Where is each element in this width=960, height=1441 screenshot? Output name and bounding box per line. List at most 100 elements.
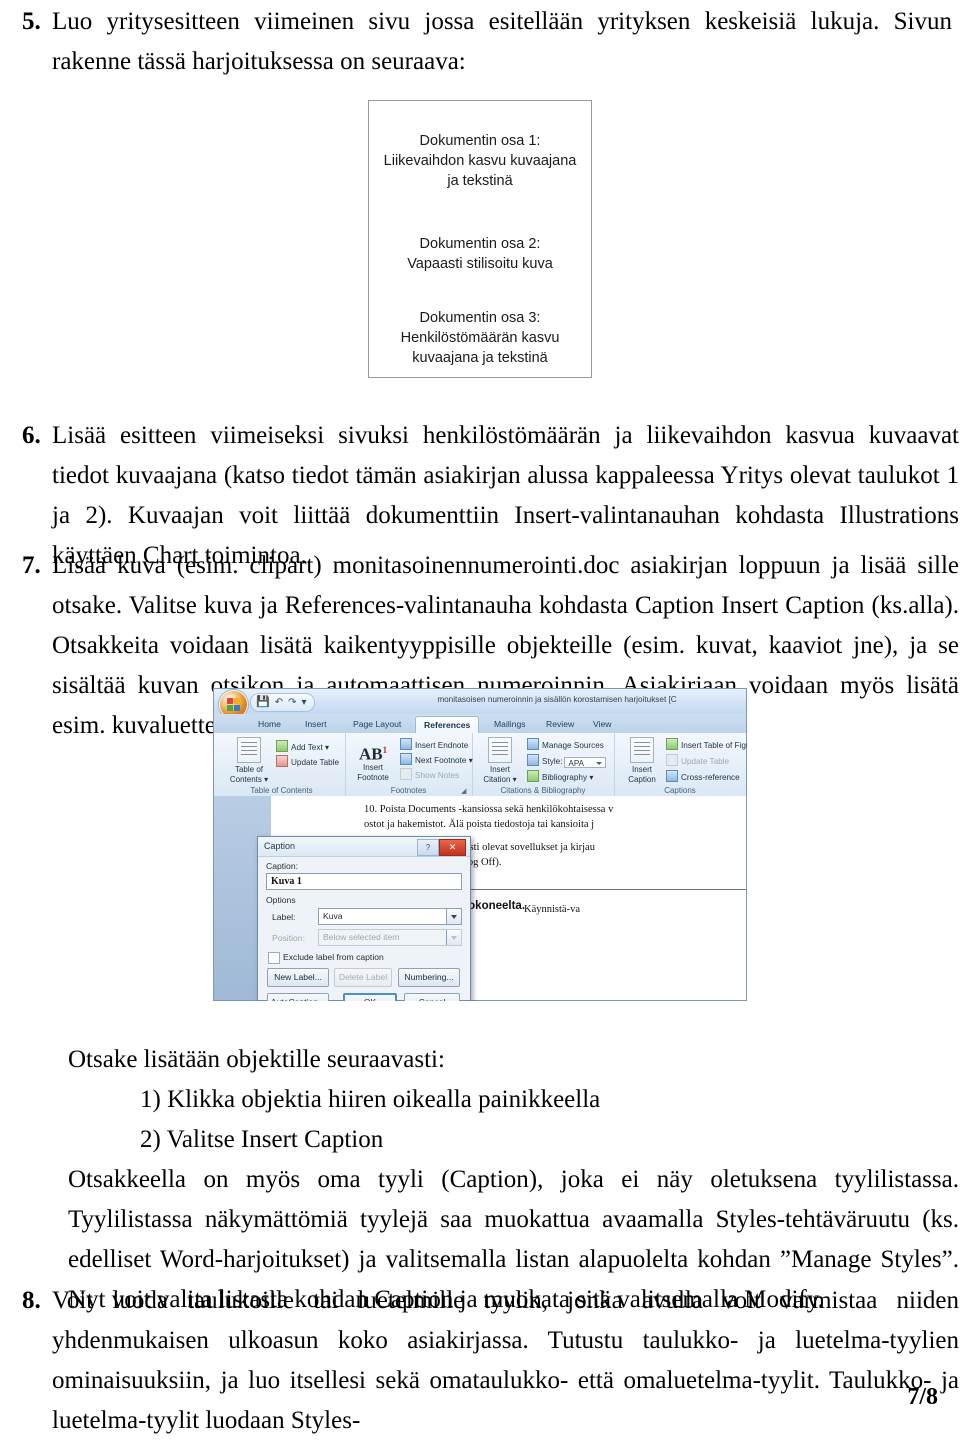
list-item-5: 5. Luo yritysesitteen viimeinen sivu jos… <box>14 2 952 82</box>
undo-icon[interactable]: ↶ <box>275 697 283 708</box>
word-screenshot-image: 💾 ↶ ↷ ▾ monitasoisen numeroinnin ja sisä… <box>213 688 747 1001</box>
insert-caption-button[interactable]: Insert Caption <box>616 737 668 784</box>
insert-caption-icon <box>630 737 654 763</box>
caption-field-label: Caption: <box>266 861 299 871</box>
list-number-5: 5. <box>22 8 41 35</box>
customize-qat-icon[interactable]: ▾ <box>301 697 306 708</box>
label-combobox-value: Kuva <box>323 911 343 921</box>
insert-table-of-figures-icon <box>666 738 678 750</box>
insert-caption-label-2: Caption <box>628 774 656 784</box>
footnotes-dialog-launcher-icon[interactable]: ◢ <box>461 787 469 795</box>
table-of-contents-button[interactable]: Table of Contents ▾ <box>223 737 275 784</box>
redo-icon[interactable]: ↷ <box>288 697 296 708</box>
label-combobox[interactable]: Kuva <box>318 908 462 925</box>
label-field-label: Label: <box>272 912 296 922</box>
manage-sources-label: Manage Sources <box>542 741 604 750</box>
bibliography-label: Bibliography ▾ <box>542 773 594 782</box>
update-table-figures-button: Update Table <box>666 754 729 767</box>
insert-citation-button[interactable]: Insert Citation ▾ <box>474 737 526 784</box>
ribbon-group-label-captions: Captions <box>664 786 696 795</box>
insert-caption-label-1: Insert <box>631 765 652 774</box>
exclude-label-text: Exclude label from caption <box>283 952 384 962</box>
bibliography-icon <box>527 770 539 782</box>
chevron-down-icon-position <box>446 930 461 945</box>
list-text-8: Voit luoda taulukoille tai luetelmille t… <box>52 1287 959 1434</box>
delete-label-button: Delete Label <box>334 968 392 987</box>
manage-sources-button[interactable]: Manage Sources <box>527 738 604 751</box>
ribbon-group-table-of-contents: Table of Contents ▾ Add Text ▾ Update Ta… <box>218 733 346 796</box>
next-footnote-button[interactable]: Next Footnote ▾ <box>400 753 473 766</box>
tab-mailings[interactable]: Mailings <box>486 716 534 733</box>
insert-footnote-button[interactable]: AB1 Insert Footnote <box>347 737 399 782</box>
close-icon[interactable]: ✕ <box>439 839 466 856</box>
ribbon-tab-strip: Home Insert Page Layout References Maili… <box>214 714 746 734</box>
insert-endnote-icon <box>400 738 412 750</box>
autocaption-button[interactable]: AutoCaption... <box>267 993 329 1001</box>
table-of-contents-icon <box>237 737 261 763</box>
save-icon[interactable]: 💾 <box>256 697 270 708</box>
insert-footnote-icon: AB1 <box>358 744 388 764</box>
ribbon-group-label-toc: Table of Contents <box>250 786 313 795</box>
insert-endnote-button[interactable]: Insert Endnote <box>400 738 468 751</box>
ribbon: Table of Contents ▾ Add Text ▾ Update Ta… <box>214 733 747 797</box>
tab-review[interactable]: Review <box>538 716 582 733</box>
table-of-contents-label-1: Table of <box>234 765 264 774</box>
doc-line-5-rest: Käynnistä-va <box>524 904 580 915</box>
office-orb-glyph <box>227 698 240 711</box>
ribbon-group-label-citations: Citations & Bibliography <box>500 786 586 795</box>
list-number-6: 6. <box>22 422 41 449</box>
cancel-button[interactable]: Cancel <box>404 993 460 1001</box>
next-footnote-label: Next Footnote ▾ <box>415 756 473 765</box>
quick-access-toolbar[interactable]: 💾 ↶ ↷ ▾ <box>250 693 315 712</box>
tab-references[interactable]: References <box>415 716 480 734</box>
help-icon[interactable]: ? <box>417 839 439 856</box>
word-title-bar: 💾 ↶ ↷ ▾ monitasoisen numeroinnin ja sisä… <box>214 689 746 719</box>
insert-table-of-figures-label: Insert Table of Figures <box>681 741 747 750</box>
show-notes-icon <box>400 768 412 780</box>
diagram-section-2-line2: Vapaasti stilisoitu kuva <box>407 256 553 272</box>
tab-page-layout[interactable]: Page Layout <box>345 716 409 733</box>
add-text-button[interactable]: Add Text ▾ <box>276 740 329 753</box>
diagram-section-1-title: Dokumentin osa 1: <box>419 133 541 149</box>
new-label-button[interactable]: New Label... <box>267 968 329 987</box>
diagram-section-1-line2: Liikevaihdon kasvu kuvaajana <box>383 153 577 169</box>
list-number-7: 7. <box>22 552 41 579</box>
caption-dialog-title-bar: Caption ? ✕ <box>258 837 470 857</box>
cross-reference-icon <box>666 770 678 782</box>
insert-table-of-figures-button[interactable]: Insert Table of Figures <box>666 738 747 751</box>
insert-citation-label-2: Citation ▾ <box>483 774 517 784</box>
update-table-icon <box>276 755 288 767</box>
list-text-5: Luo yritysesitteen viimeinen sivu jossa … <box>52 8 952 75</box>
update-table-button[interactable]: Update Table <box>276 755 339 768</box>
ok-button[interactable]: OK <box>343 993 397 1001</box>
exclude-label-checkbox[interactable] <box>268 952 280 964</box>
caption-dialog-title: Caption <box>264 841 296 851</box>
position-combobox: Below selected item <box>318 929 462 946</box>
caption-howto-step-1: 1) Klikka objektia hiiren oikealla paini… <box>140 1086 601 1113</box>
structure-diagram-box: Dokumentin osa 1: Liikevaihdon kasvu kuv… <box>368 100 592 378</box>
caption-howto-intro: Otsake lisätään objektille seuraavasti: <box>68 1046 445 1073</box>
doc-line-2: ostot ja hakemistot. Älä poista tiedosto… <box>364 819 595 830</box>
manage-sources-icon <box>527 738 539 750</box>
ribbon-group-label-footnotes: Footnotes <box>390 786 427 795</box>
tab-home[interactable]: Home <box>250 716 289 733</box>
caption-dialog[interactable]: Caption ? ✕ Caption: Kuva 1 Options Labe… <box>257 836 471 1001</box>
chevron-down-icon[interactable] <box>446 909 461 924</box>
diagram-section-3: Dokumentin osa 3: Henkilöstömäärän kasvu… <box>369 308 591 368</box>
ribbon-group-footnotes: AB1 Insert Footnote Insert Endnote Next … <box>345 733 473 796</box>
tab-insert[interactable]: Insert <box>297 716 335 733</box>
insert-citation-icon <box>488 737 512 763</box>
add-text-icon <box>276 740 288 752</box>
insert-footnote-label-2: Footnote <box>357 772 389 782</box>
update-table-figures-icon <box>666 754 678 766</box>
style-value-combo[interactable]: APA <box>564 757 607 768</box>
cross-reference-button[interactable]: Cross-reference <box>666 770 740 783</box>
style-selector[interactable]: Style: APA <box>527 754 607 768</box>
word-document-title: monitasoisen numeroinnin ja sisällön kor… <box>437 695 677 704</box>
table-of-contents-label-2: Contents ▾ <box>229 774 269 784</box>
numbering-button[interactable]: Numbering... <box>398 968 460 987</box>
bibliography-button[interactable]: Bibliography ▾ <box>527 770 593 783</box>
caption-input[interactable]: Kuva 1 <box>266 873 462 890</box>
tab-view[interactable]: View <box>585 716 619 733</box>
position-combobox-value: Below selected item <box>323 932 400 942</box>
